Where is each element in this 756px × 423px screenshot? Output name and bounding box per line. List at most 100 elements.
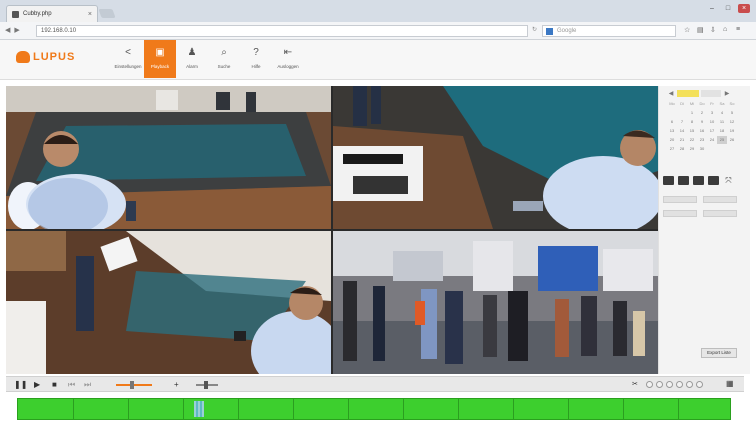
stop-icon[interactable]: ■ bbox=[52, 379, 57, 390]
nav-arrows-icon[interactable]: ◀▶ bbox=[5, 26, 24, 34]
calendar-day[interactable]: 25 bbox=[717, 136, 727, 144]
calendar-day[interactable]: 17 bbox=[707, 127, 717, 135]
channel-select[interactable] bbox=[663, 196, 697, 203]
speed-slider-knob[interactable] bbox=[130, 381, 134, 389]
calendar-day[interactable]: 14 bbox=[677, 127, 687, 135]
channel-dot[interactable] bbox=[696, 381, 703, 388]
speed-slider[interactable] bbox=[116, 381, 152, 389]
calendar-day[interactable]: 22 bbox=[687, 136, 697, 144]
camera-view-1[interactable] bbox=[6, 86, 331, 229]
channel-select[interactable] bbox=[663, 210, 697, 217]
menu-item-playback[interactable]: ▣ Playback bbox=[144, 40, 176, 78]
calendar-day[interactable]: 13 bbox=[667, 127, 677, 135]
calendar-day[interactable]: 18 bbox=[717, 127, 727, 135]
channel-dots bbox=[646, 381, 703, 388]
channel-dot[interactable] bbox=[666, 381, 673, 388]
main-menu: < Einstellungen ▣ Playback ♟ Alarm ⌕ Suc… bbox=[112, 40, 304, 80]
search-icon: ⌕ bbox=[221, 47, 227, 58]
calendar-day bbox=[677, 109, 687, 117]
recording-timeline[interactable] bbox=[17, 398, 731, 420]
calendar-day[interactable]: 6 bbox=[667, 118, 677, 126]
home-icon[interactable]: ⌂ bbox=[723, 26, 730, 35]
channel-dot[interactable] bbox=[686, 381, 693, 388]
clipboard-icon[interactable]: ▤ bbox=[697, 26, 704, 35]
layout-nine-icon[interactable] bbox=[693, 176, 704, 185]
step-forward-icon[interactable]: ⏭ bbox=[84, 379, 91, 390]
browser-toolbar-icons: ☆ ▤ ⇩ ⌂ ≡ bbox=[684, 26, 743, 35]
brand-name: LUPUS bbox=[33, 51, 76, 63]
calendar-day[interactable]: 10 bbox=[707, 118, 717, 126]
menu-item-settings[interactable]: < Einstellungen bbox=[112, 40, 144, 78]
calendar-day[interactable]: 12 bbox=[727, 118, 737, 126]
pause-icon[interactable]: ❚❚ bbox=[14, 379, 27, 390]
save-icon[interactable]: ▦ bbox=[726, 379, 734, 388]
zoom-slider-knob[interactable] bbox=[204, 381, 208, 389]
channel-select[interactable] bbox=[703, 210, 737, 217]
new-tab-button[interactable] bbox=[98, 9, 116, 18]
layout-single-icon[interactable] bbox=[663, 176, 674, 185]
fullscreen-icon[interactable]: ⤧ bbox=[723, 176, 734, 185]
step-back-icon[interactable]: ⏮ bbox=[68, 379, 75, 390]
calendar-day[interactable]: 20 bbox=[667, 136, 677, 144]
calendar-day[interactable]: 26 bbox=[727, 136, 737, 144]
calendar-day[interactable]: 19 bbox=[727, 127, 737, 135]
calendar-day[interactable]: 5 bbox=[727, 109, 737, 117]
channel-dot[interactable] bbox=[676, 381, 683, 388]
calendar-day[interactable]: 16 bbox=[697, 127, 707, 135]
calendar-day[interactable]: 3 bbox=[707, 109, 717, 117]
calendar-day[interactable]: 30 bbox=[697, 145, 707, 153]
zoom-slider[interactable] bbox=[196, 381, 218, 389]
year-selector[interactable] bbox=[701, 90, 721, 97]
menu-item-help[interactable]: ? Hilfe bbox=[240, 40, 272, 78]
next-month-icon[interactable]: ▶ bbox=[723, 90, 731, 97]
calendar-day[interactable]: 28 bbox=[677, 145, 687, 153]
camera-view-2[interactable] bbox=[333, 86, 658, 229]
timeline-divider bbox=[128, 399, 129, 419]
calendar-day[interactable]: 29 bbox=[687, 145, 697, 153]
camera-view-3[interactable] bbox=[6, 231, 331, 374]
calendar-day[interactable]: 11 bbox=[717, 118, 727, 126]
app-header: LUPUS < Einstellungen ▣ Playback ♟ Alarm… bbox=[0, 40, 756, 80]
star-icon[interactable]: ☆ bbox=[684, 26, 691, 35]
play-icon[interactable]: ▶ bbox=[34, 379, 40, 390]
calendar-day[interactable]: 21 bbox=[677, 136, 687, 144]
export-list-button[interactable]: Export Liste bbox=[701, 348, 737, 358]
calendar-day[interactable]: 9 bbox=[697, 118, 707, 126]
add-icon[interactable]: + bbox=[174, 379, 179, 390]
download-icon[interactable]: ⇩ bbox=[710, 26, 717, 35]
tab-close-icon[interactable]: × bbox=[88, 11, 92, 18]
menu-item-search[interactable]: ⌕ Suche bbox=[208, 40, 240, 78]
channel-dot[interactable] bbox=[656, 381, 663, 388]
channel-dot[interactable] bbox=[646, 381, 653, 388]
browser-search-input[interactable]: Google bbox=[542, 25, 676, 37]
month-selector[interactable] bbox=[677, 90, 699, 97]
calendar-day[interactable]: 8 bbox=[687, 118, 697, 126]
calendar-day[interactable]: 23 bbox=[697, 136, 707, 144]
menu-item-alarm[interactable]: ♟ Alarm bbox=[176, 40, 208, 78]
share-icon: < bbox=[125, 47, 131, 58]
menu-item-logout[interactable]: ⇤ Ausloggen bbox=[272, 40, 304, 78]
browser-tab-bar: Cubby.php × – □ × bbox=[0, 0, 756, 22]
calendar-day[interactable]: 24 bbox=[707, 136, 717, 144]
timeline-position-marker[interactable] bbox=[194, 401, 204, 417]
snapshot-icon[interactable]: ✂ bbox=[632, 379, 638, 390]
calendar-day[interactable]: 7 bbox=[677, 118, 687, 126]
reload-icon[interactable]: ↻ bbox=[532, 26, 537, 33]
browser-tab[interactable]: Cubby.php × bbox=[6, 5, 98, 22]
calendar-weekday: Di bbox=[680, 101, 684, 106]
calendar-day[interactable]: 15 bbox=[687, 127, 697, 135]
url-field[interactable]: 192.168.0.10 bbox=[36, 25, 528, 37]
prev-month-icon[interactable]: ◀ bbox=[667, 90, 675, 97]
maximize-button[interactable]: □ bbox=[722, 4, 734, 13]
camera-view-4[interactable] bbox=[333, 231, 658, 374]
close-window-button[interactable]: × bbox=[738, 4, 750, 13]
layout-quad-icon[interactable] bbox=[678, 176, 689, 185]
minimize-button[interactable]: – bbox=[706, 4, 718, 13]
calendar-day[interactable]: 4 bbox=[717, 109, 727, 117]
calendar-day[interactable]: 2 bbox=[697, 109, 707, 117]
calendar-day[interactable]: 27 bbox=[667, 145, 677, 153]
layout-sixteen-icon[interactable] bbox=[708, 176, 719, 185]
calendar-day[interactable]: 1 bbox=[687, 109, 697, 117]
channel-select[interactable] bbox=[703, 196, 737, 203]
menu-icon[interactable]: ≡ bbox=[736, 26, 743, 35]
